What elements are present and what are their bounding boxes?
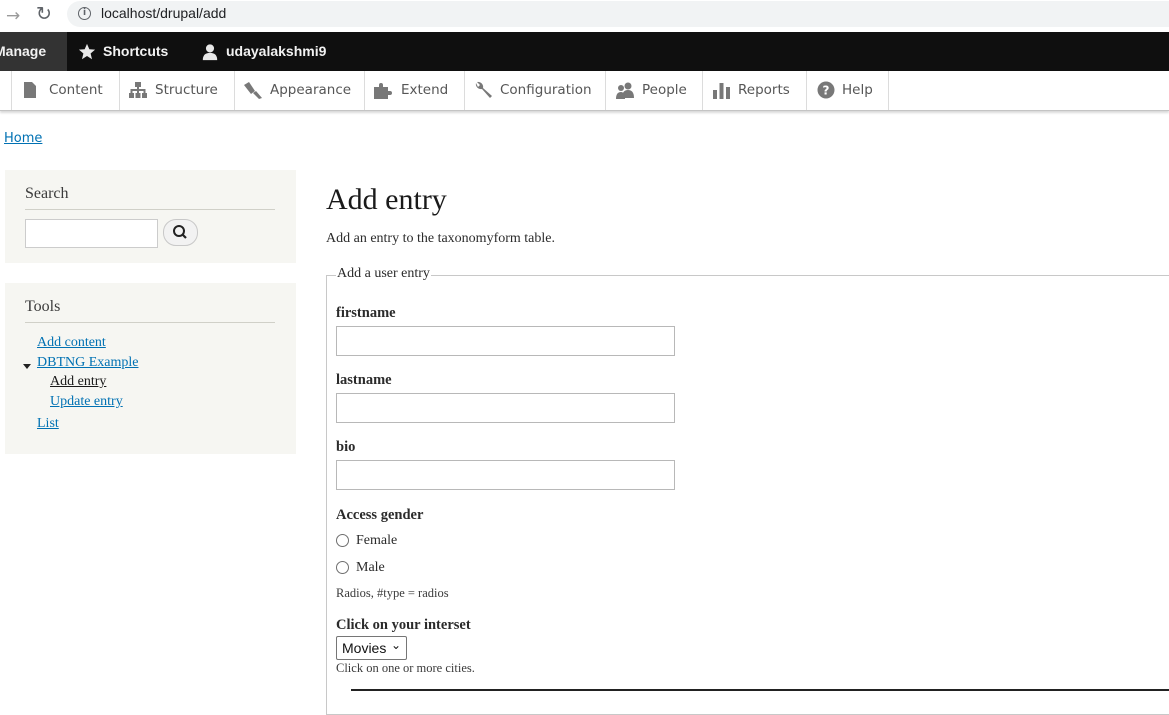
browser-address-bar: → ↻ i localhost/drupal/add: [0, 0, 1169, 33]
tray-label: Structure: [155, 82, 218, 98]
search-button[interactable]: [163, 219, 198, 246]
bio-label: bio: [336, 439, 356, 455]
male-radio[interactable]: [336, 561, 349, 574]
female-radio-label[interactable]: Female: [356, 533, 397, 549]
search-block-title: Search: [25, 185, 69, 202]
tray-item-configuration[interactable]: Configuration: [464, 71, 605, 110]
page-title: Add entry: [326, 183, 447, 216]
tools-block-title: Tools: [25, 298, 61, 315]
tray-item-content[interactable]: Content: [11, 71, 119, 110]
divider: [25, 209, 275, 210]
search-input[interactable]: [25, 219, 158, 248]
update-entry-link[interactable]: Update entry: [50, 394, 123, 410]
tray-item-reports[interactable]: Reports: [702, 71, 806, 110]
tray-label: Appearance: [270, 82, 352, 98]
wrench-icon: [475, 81, 492, 98]
gender-description: Radios, #type = radios: [336, 586, 449, 600]
info-icon[interactable]: i: [78, 7, 91, 20]
male-radio-label[interactable]: Male: [356, 560, 385, 576]
tray-item-extend[interactable]: Extend: [364, 71, 464, 110]
page-description: Add an entry to the taxonomyform table.: [326, 231, 555, 246]
search-block: Search: [5, 170, 296, 263]
tray-item-structure[interactable]: Structure: [119, 71, 234, 110]
people-icon: [616, 82, 634, 99]
expanded-triangle-icon[interactable]: [23, 364, 31, 369]
tray-label: Extend: [401, 82, 449, 98]
breadcrumb-home[interactable]: Home: [4, 131, 42, 146]
divider: [25, 322, 275, 323]
tray-item-appearance[interactable]: Appearance: [234, 71, 364, 110]
user-tab[interactable]: udayalakshmi9: [201, 32, 326, 71]
tray-item-help[interactable]: ? Help: [806, 71, 889, 110]
reload-icon[interactable]: ↻: [36, 3, 52, 25]
chevron-down-icon: ⌄: [390, 638, 401, 652]
svg-text:?: ?: [823, 84, 830, 98]
manage-label: Manage: [0, 43, 47, 59]
url-bar[interactable]: i localhost/drupal/add: [67, 1, 1169, 27]
firstname-field[interactable]: [336, 326, 675, 356]
paintbrush-icon: [244, 82, 262, 99]
gender-label: Access gender: [336, 507, 424, 523]
bio-field[interactable]: [336, 460, 675, 490]
interest-selected-value: Movies: [342, 640, 387, 656]
bar-chart-icon: [713, 83, 730, 99]
user-label: udayalakshmi9: [226, 43, 327, 59]
add-content-link[interactable]: Add content: [37, 335, 106, 351]
tray-item-people[interactable]: People: [605, 71, 702, 110]
manage-tab[interactable]: Manage: [0, 32, 67, 71]
puzzle-icon: [374, 83, 392, 99]
dbtng-example-link[interactable]: DBTNG Example: [37, 355, 138, 371]
lastname-field[interactable]: [336, 393, 675, 423]
forward-icon[interactable]: →: [6, 6, 20, 26]
female-radio[interactable]: [336, 534, 349, 547]
url-text[interactable]: localhost/drupal/add: [101, 5, 226, 21]
sitemap-icon: [129, 82, 147, 98]
tray-label: Reports: [738, 82, 790, 98]
interest-description: Click on one or more cities.: [336, 661, 475, 675]
star-icon: [78, 44, 96, 60]
fieldset-legend: Add a user entry: [336, 266, 431, 282]
admin-tray: Content Structure Appearance Extend Conf…: [0, 71, 1169, 111]
admin-toolbar: Manage Shortcuts udayalakshmi9: [0, 32, 1169, 71]
firstname-label: firstname: [336, 305, 396, 321]
search-icon: [173, 225, 187, 239]
tray-label: People: [642, 82, 687, 98]
list-link[interactable]: List: [37, 416, 59, 432]
help-icon: ?: [817, 81, 835, 99]
tray-label: Help: [842, 82, 873, 98]
interest-label: Click on your interset: [336, 617, 471, 633]
user-icon: [202, 44, 218, 61]
file-icon: [24, 82, 36, 98]
tray-label: Content: [49, 82, 103, 98]
shortcuts-label: Shortcuts: [103, 43, 169, 59]
interest-select[interactable]: Movies ⌄: [336, 636, 407, 660]
shortcuts-tab[interactable]: Shortcuts: [78, 32, 168, 71]
lastname-label: lastname: [336, 372, 392, 388]
tools-block: Tools Add content DBTNG Example Add entr…: [5, 283, 296, 454]
tray-label: Configuration: [500, 82, 592, 98]
add-entry-link[interactable]: Add entry: [50, 374, 106, 390]
